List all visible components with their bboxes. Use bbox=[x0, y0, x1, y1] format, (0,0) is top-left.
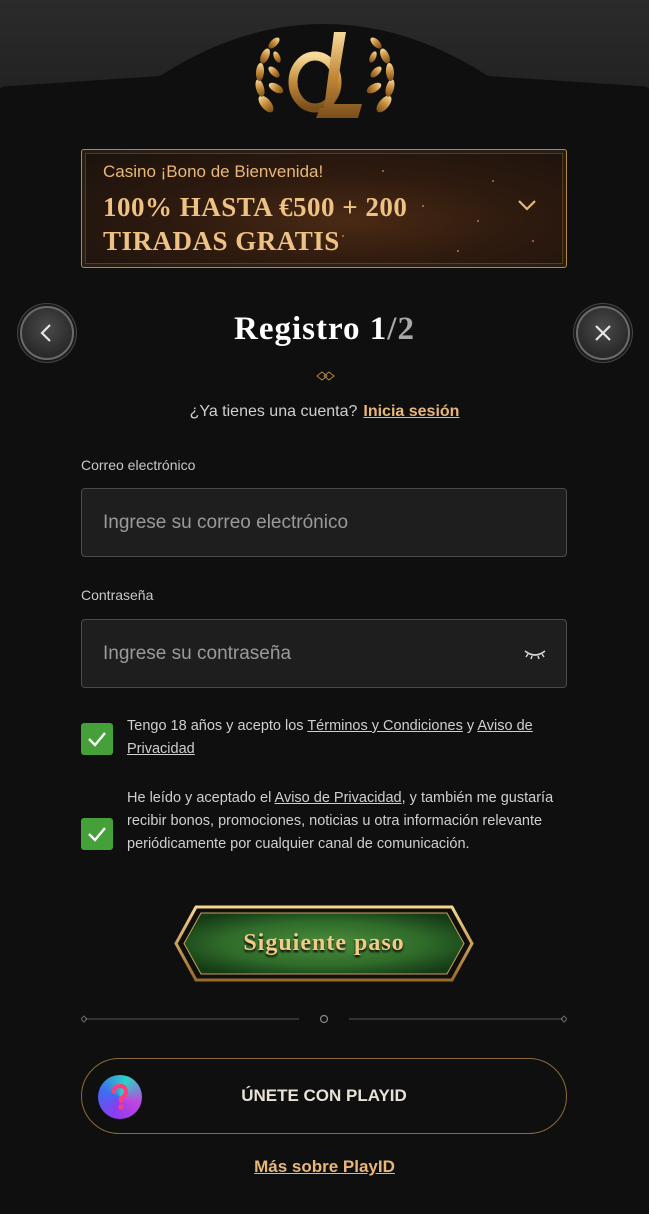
password-placeholder: Ingrese su contraseña bbox=[103, 642, 292, 664]
password-label: Contraseña bbox=[81, 587, 154, 603]
brand-logo bbox=[255, 32, 395, 118]
title-separator: / bbox=[387, 311, 398, 347]
title-total-steps: 2 bbox=[397, 311, 415, 347]
terms-checkbox[interactable] bbox=[81, 723, 113, 755]
login-prompt-text: ¿Ya tienes una cuenta? bbox=[189, 403, 358, 420]
chevron-down-icon[interactable] bbox=[516, 197, 538, 213]
consent-text: Tengo 18 años y acepto los bbox=[127, 718, 308, 734]
checkmark-icon bbox=[88, 732, 106, 747]
consent-text: y bbox=[462, 718, 478, 734]
more-playid-link[interactable]: Más sobre PlayID bbox=[0, 1157, 649, 1177]
password-field[interactable]: Ingrese su contraseña bbox=[81, 619, 567, 688]
email-label: Correo electrónico bbox=[81, 457, 196, 473]
marketing-consent-text: He leído y aceptado el Aviso de Privacid… bbox=[127, 787, 567, 856]
ornament-divider bbox=[103, 371, 546, 381]
page-title: Registro 1/2 bbox=[0, 311, 649, 348]
bonus-title: 100% HASTA €500 + 200 TIRADAS GRATIS bbox=[103, 192, 408, 256]
bonus-subtitle: Casino ¡Bono de Bienvenida! bbox=[103, 162, 324, 181]
checkmark-icon bbox=[88, 827, 106, 842]
playid-button[interactable]: ÚNETE CON PLAYID bbox=[81, 1058, 567, 1134]
consent-text: He leído y aceptado el bbox=[127, 790, 275, 806]
or-divider bbox=[81, 1014, 567, 1024]
playid-icon bbox=[98, 1075, 142, 1119]
terms-link[interactable]: Términos y Condiciones bbox=[307, 718, 463, 734]
privacy-link[interactable]: Aviso de Privacidad bbox=[275, 790, 402, 806]
email-field[interactable]: Ingrese su correo electrónico bbox=[81, 488, 567, 557]
login-link[interactable]: Inicia sesión bbox=[363, 403, 459, 420]
eye-closed-icon[interactable] bbox=[524, 648, 546, 660]
terms-consent-text: Tengo 18 años y acepto los Términos y Co… bbox=[127, 715, 567, 761]
welcome-bonus-banner[interactable]: Casino ¡Bono de Bienvenida! 100% HASTA €… bbox=[81, 149, 567, 268]
next-step-button[interactable]: Siguiente paso bbox=[174, 905, 474, 982]
title-main: Registro 1 bbox=[234, 311, 388, 347]
email-placeholder: Ingrese su correo electrónico bbox=[103, 511, 349, 533]
next-step-label: Siguiente paso bbox=[243, 930, 405, 956]
login-prompt: ¿Ya tienes una cuenta? Inicia sesión bbox=[0, 403, 649, 421]
playid-label: ÚNETE CON PLAYID bbox=[241, 1086, 407, 1105]
marketing-checkbox[interactable] bbox=[81, 818, 113, 850]
